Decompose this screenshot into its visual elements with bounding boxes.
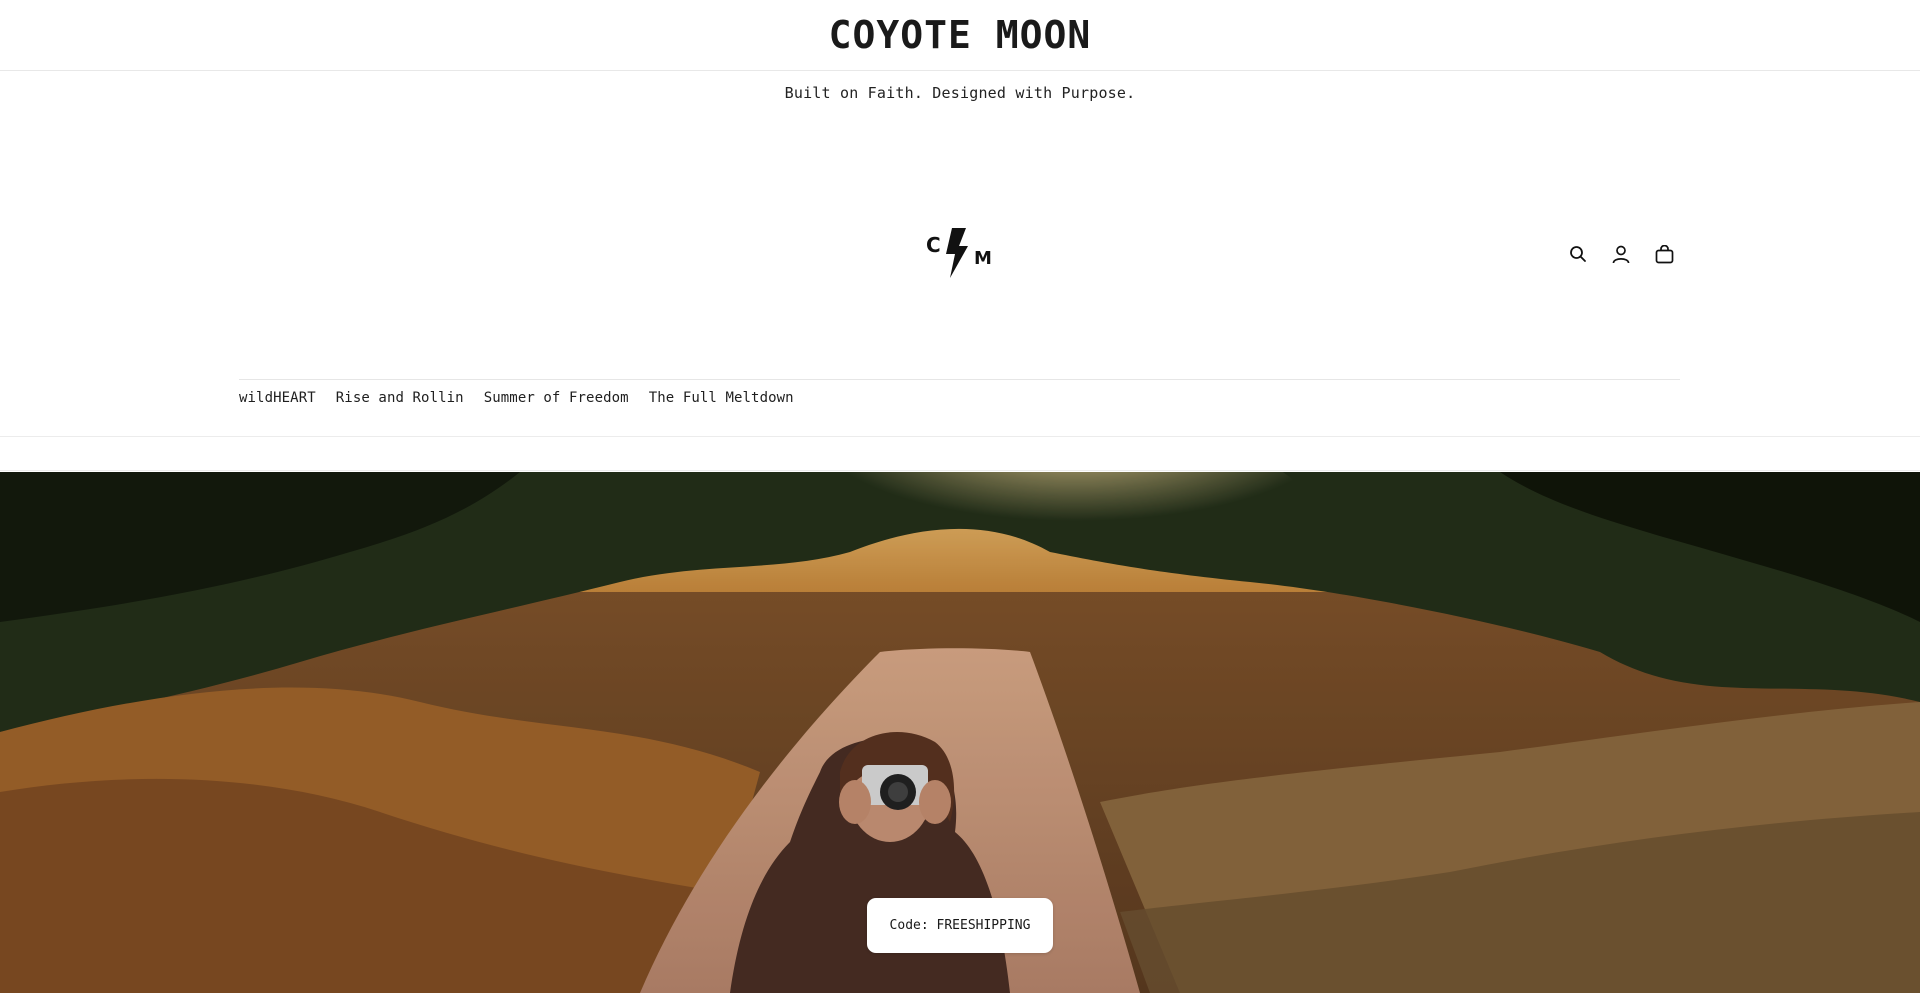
header-icons bbox=[1566, 242, 1676, 266]
header-border bbox=[0, 436, 1920, 437]
svg-text:C: C bbox=[926, 233, 941, 257]
nav-item-summer-of-freedom[interactable]: Summer of Freedom bbox=[484, 390, 629, 406]
tagline: Built on Faith. Designed with Purpose. bbox=[784, 84, 1136, 102]
cm-lightning-logo[interactable]: C M bbox=[924, 224, 998, 282]
svg-text:M: M bbox=[974, 248, 992, 269]
cart-icon[interactable] bbox=[1652, 242, 1676, 266]
nav-item-rise-and-rollin[interactable]: Rise and Rollin bbox=[336, 390, 464, 406]
promo-code-badge[interactable]: Code: FREESHIPPING bbox=[867, 898, 1053, 953]
site-title[interactable]: COYOTE MOON bbox=[829, 13, 1092, 57]
search-icon[interactable] bbox=[1566, 242, 1590, 266]
announcement-title-bar: COYOTE MOON bbox=[0, 0, 1920, 71]
account-icon[interactable] bbox=[1609, 242, 1633, 266]
main-nav: wildHEART Rise and Rollin Summer of Free… bbox=[239, 390, 794, 406]
nav-item-wildheart[interactable]: wildHEART bbox=[239, 390, 316, 406]
section-border bbox=[0, 470, 1920, 471]
hero-banner: Code: FREESHIPPING bbox=[0, 472, 1920, 993]
nav-item-the-full-meltdown[interactable]: The Full Meltdown bbox=[649, 390, 794, 406]
nav-divider bbox=[239, 379, 1680, 380]
